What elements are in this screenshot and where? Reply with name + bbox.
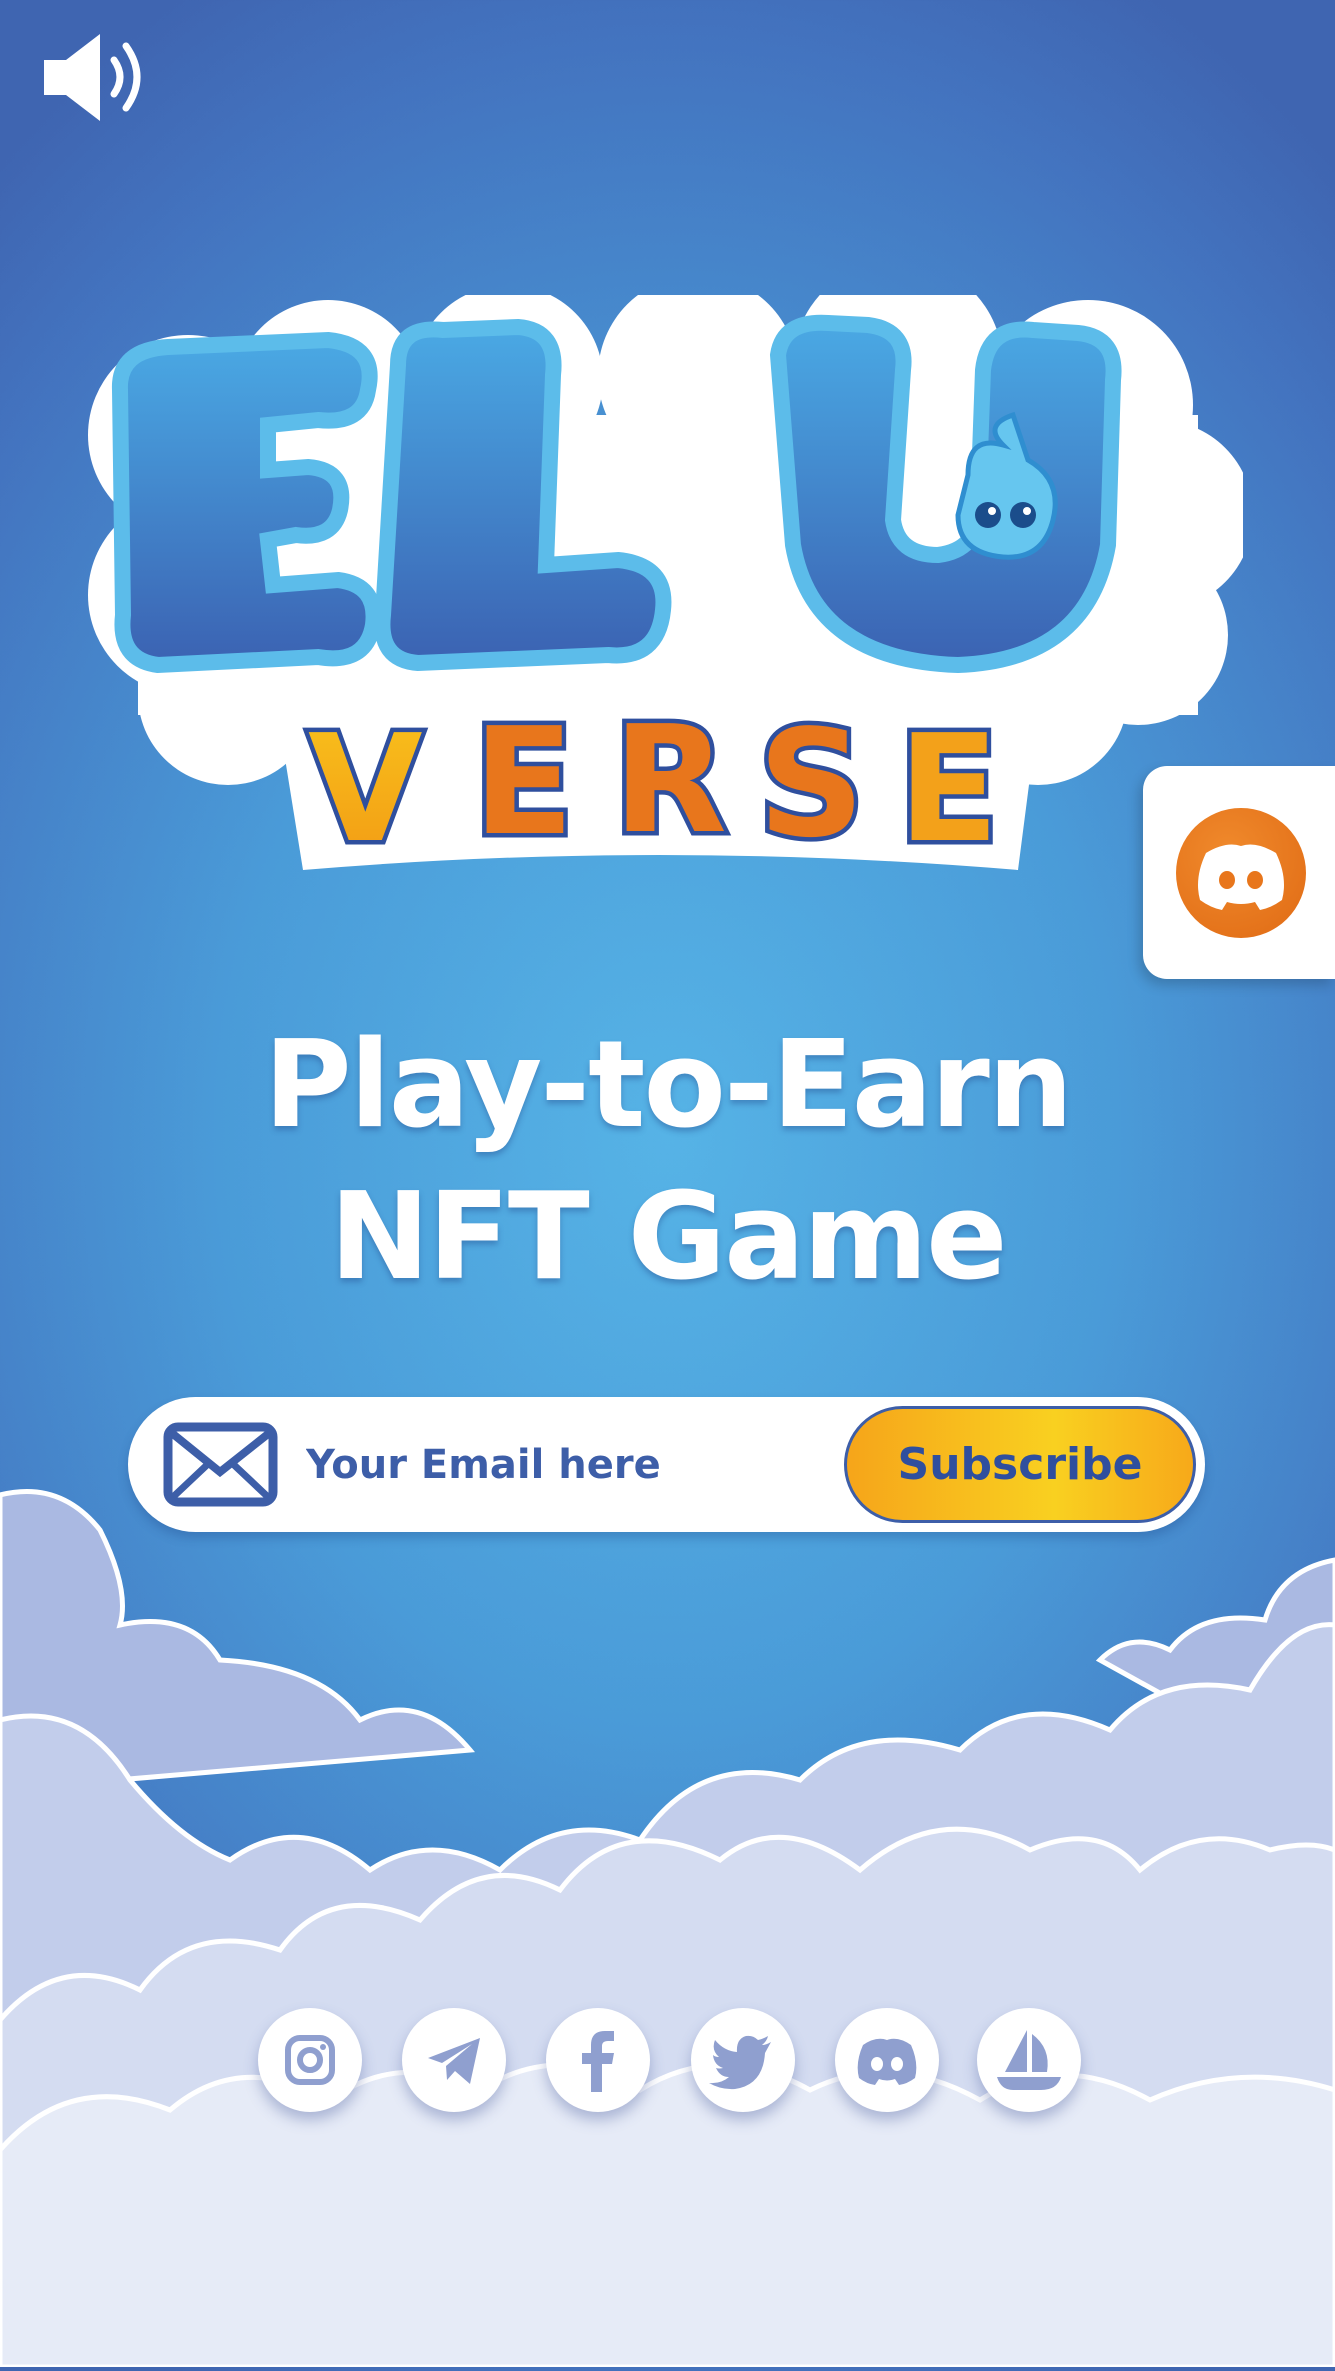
hero-line-1: Play-to-Earn (263, 1016, 1074, 1155)
subscribe-button[interactable]: Subscribe (844, 1406, 1196, 1523)
discord-side-tab[interactable] (1143, 766, 1335, 979)
svg-text:E: E (473, 696, 574, 868)
discord-icon (1176, 808, 1306, 938)
twitter-icon[interactable] (691, 2008, 795, 2112)
hero-line-2: NFT Game (329, 1168, 1008, 1307)
svg-text:E: E (898, 703, 999, 875)
telegram-icon[interactable] (402, 2008, 506, 2112)
discord-icon[interactable] (835, 2008, 939, 2112)
svg-text:V: V (308, 703, 423, 875)
elu-verse-logo: V E R S E (78, 260, 1253, 895)
svg-text:S: S (758, 698, 865, 870)
svg-text:R: R (613, 694, 727, 866)
mail-icon (163, 1422, 278, 1507)
instagram-icon[interactable] (258, 2008, 362, 2112)
speaker-volume-icon (44, 34, 141, 121)
cloud-background (0, 1450, 1335, 2370)
opensea-icon[interactable] (977, 2008, 1081, 2112)
sound-toggle-button[interactable] (40, 30, 150, 125)
hero-headline: Play-to-Earn NFT Game (0, 1010, 1335, 1314)
facebook-icon[interactable] (546, 2008, 650, 2112)
subscribe-form: Subscribe (128, 1397, 1205, 1532)
email-input[interactable] (306, 1427, 926, 1502)
